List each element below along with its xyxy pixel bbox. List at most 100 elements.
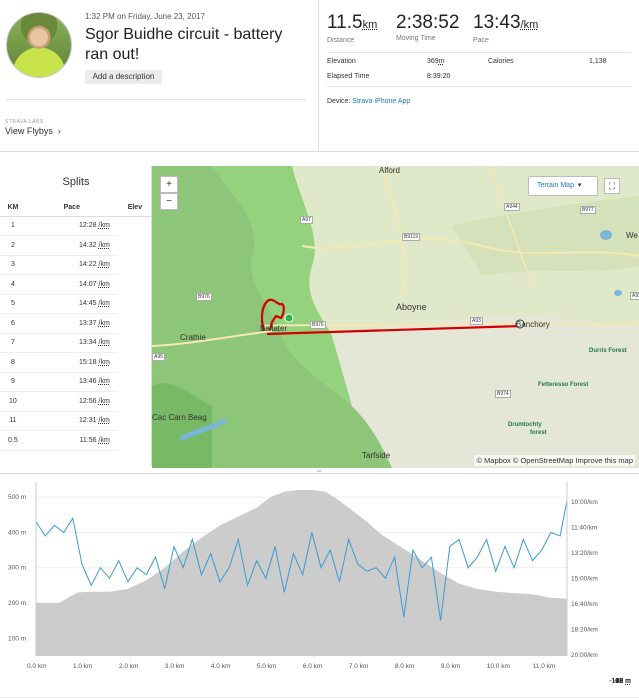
divider <box>318 0 319 152</box>
x-tick-label: 8.0 km <box>395 663 415 670</box>
split-pace: 12:28 /km <box>25 216 118 236</box>
forest-label: Durris Forest <box>589 348 627 354</box>
split-row[interactable]: 8 15:18 /km -156 m <box>0 352 639 698</box>
split-row[interactable]: 4 14:07 /km 59 m <box>0 274 639 698</box>
x-tick-label: 1.0 km <box>73 663 93 670</box>
caret-down-icon: ▾ <box>575 182 582 189</box>
zoom-out-button[interactable]: − <box>160 193 178 210</box>
view-flybys-link[interactable]: View Flybys › <box>5 126 61 136</box>
stat-distance: 11.5km Distance <box>327 12 377 44</box>
x-tick-label: 5.0 km <box>257 663 277 670</box>
split-pace: 14:32 /km <box>25 235 118 256</box>
device-info: Device: Strava iPhone App <box>327 98 410 105</box>
road-label: A944 <box>504 203 520 211</box>
split-row[interactable]: 10 12:56 /km -22 m <box>0 391 639 698</box>
start-marker[interactable] <box>284 313 294 323</box>
divider <box>327 86 631 87</box>
x-tick-label: 6.0 km <box>303 663 323 670</box>
split-km: 11 <box>0 411 26 431</box>
device-link[interactable]: Strava iPhone App <box>352 98 410 105</box>
town-label: Aboyne <box>396 302 427 312</box>
device-label: Device: <box>327 98 351 105</box>
splits-header-row: KM Pace Elev <box>0 200 152 217</box>
divider <box>327 52 631 53</box>
split-km: 4 <box>0 274 26 295</box>
town-label: Banchory <box>516 320 550 329</box>
split-pace: 14:22 /km <box>25 255 118 275</box>
moving-time-label: Moving Time <box>396 35 436 42</box>
fullscreen-icon[interactable]: ⛶ <box>604 178 620 194</box>
calories-value: 1,138 <box>589 58 607 65</box>
split-pace: 12:56 /km <box>25 391 118 412</box>
split-row[interactable]: 1 12:28 /km 13 m <box>0 216 639 698</box>
split-row[interactable]: 2 14:32 /km 93 m <box>0 235 639 698</box>
pace-label: Pace <box>473 37 489 44</box>
y-right-tick-label: 16:40/km <box>571 601 598 608</box>
split-row[interactable]: 5 14:45 /km 65 m <box>0 294 639 698</box>
road-label: A97 <box>300 216 313 224</box>
split-row[interactable]: 6 13:37 /km 12 m <box>0 313 639 698</box>
y-right-tick-label: 10:00/km <box>571 499 598 506</box>
split-pace: 15:18 /km <box>25 352 118 373</box>
x-tick-label: 4.0 km <box>211 663 231 670</box>
split-km: 2 <box>0 235 26 256</box>
y-right-tick-label: 20:00/km <box>571 652 598 659</box>
splits-panel: Splits KM Pace Elev 1 12:28 /km 13 m 2 14:32… <box>0 166 639 698</box>
splits-title: Splits <box>62 176 90 188</box>
x-tick-label: 11.0 km <box>533 663 556 670</box>
elevation-label: Elevation <box>327 58 356 65</box>
split-row[interactable]: 9 13:46 /km -47 m <box>0 372 639 698</box>
town-label: Tarfside <box>362 451 391 460</box>
map-canvas[interactable] <box>152 166 639 468</box>
split-elev: -143 m <box>0 678 639 698</box>
calories-label: Calories <box>488 58 514 65</box>
zoom-in-button[interactable]: + <box>160 176 178 193</box>
town-label: Ballater <box>260 324 288 333</box>
split-km: 6 <box>0 313 26 334</box>
road-label: B976 <box>310 321 326 329</box>
split-km: 1 <box>0 216 26 236</box>
map-attribution[interactable]: © Mapbox © OpenStreetMap Improve this ma… <box>474 455 635 466</box>
split-row[interactable]: 0.5 11:56 /km -143 m <box>0 430 639 698</box>
road-label: A93 <box>470 317 483 325</box>
athlete-avatar[interactable] <box>6 12 72 78</box>
strava-labs-label: STRAVA LABS <box>5 119 44 125</box>
split-km: 3 <box>0 255 26 275</box>
elevation-pace-chart[interactable]: 500 m 400 m 300 m 200 m 100 m 10:00/km 11:40/k… <box>0 478 639 680</box>
forest-label: Drumtochty <box>508 422 542 428</box>
y-left-tick-label: 500 m <box>8 494 26 501</box>
split-km: 8 <box>0 352 26 373</box>
route-map[interactable]: + − Terrain Map ▾ ⛶ Alford Aboyne Ballat… <box>152 166 639 468</box>
pace-value: 13:43 <box>473 12 521 33</box>
town-label: We <box>626 231 638 240</box>
elev-header: Elev <box>117 200 152 217</box>
split-km: 7 <box>0 333 26 353</box>
split-km: 9 <box>0 372 26 392</box>
elevation-value: 369m <box>427 58 445 65</box>
x-tick-label: 7.0 km <box>349 663 369 670</box>
x-tick-label: 2.0 km <box>119 663 139 670</box>
split-km: 0.5 <box>0 430 26 451</box>
road-label: B976 <box>196 293 212 301</box>
distance-value: 11.5 <box>327 12 363 33</box>
y-right-tick-label: 13:20/km <box>571 550 598 557</box>
split-km: 5 <box>0 294 26 314</box>
terrain-map-label: Terrain Map <box>537 182 574 189</box>
x-tick-label: 0.0 km <box>27 663 47 670</box>
y-right-tick-label: 11:40/km <box>571 525 597 532</box>
km-header: KM <box>0 200 26 217</box>
view-flybys-label: View Flybys <box>5 126 53 136</box>
y-left-tick-label: 300 m <box>8 565 26 572</box>
split-row[interactable]: 7 13:34 /km -100 m <box>0 333 639 698</box>
road-label: B9119 <box>402 233 421 241</box>
splits-table: KM Pace Elev 1 12:28 /km 13 m 2 14:32 /km 93 … <box>0 200 639 698</box>
elapsed-label: Elapsed Time <box>327 73 370 80</box>
stat-pace: 13:43/km Pace <box>473 12 538 44</box>
split-row[interactable]: 11 12:31 /km -7 m <box>0 411 639 698</box>
add-description-button[interactable]: Add a description <box>85 70 162 84</box>
forest-label: forest <box>530 430 547 436</box>
split-row[interactable]: 3 14:22 /km 100 m <box>0 255 639 698</box>
stat-moving-time: 2:38:52 Moving Time <box>396 12 459 42</box>
split-km: 10 <box>0 391 26 412</box>
terrain-map-dropdown[interactable]: Terrain Map ▾ <box>528 176 598 196</box>
